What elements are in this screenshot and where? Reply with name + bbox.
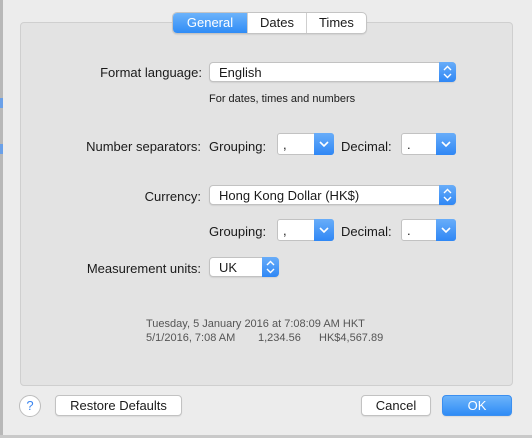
restore-defaults-button[interactable]: Restore Defaults: [55, 395, 182, 416]
tab-bar: General Dates Times: [172, 12, 367, 34]
cancel-button[interactable]: Cancel: [361, 395, 431, 416]
currency-label: Currency:: [144, 189, 201, 204]
currency-value: Hong Kong Dollar (HK$): [219, 188, 360, 203]
help-button[interactable]: ?: [19, 395, 41, 417]
up-down-arrows-icon: [439, 62, 456, 82]
number-decimal-select[interactable]: .: [401, 133, 456, 155]
currency-popup[interactable]: Hong Kong Dollar (HK$): [209, 185, 456, 205]
sample-short-date: 5/1/2016, 7:08 AM: [146, 332, 236, 344]
number-grouping-value: ,: [283, 137, 287, 152]
measurement-units-value: UK: [219, 260, 238, 275]
currency-grouping-select[interactable]: ,: [277, 219, 334, 241]
number-separators-label: Number separators:: [86, 139, 201, 154]
chevron-down-icon: [314, 133, 334, 155]
tab-times[interactable]: Times: [305, 13, 366, 33]
window-edge: [0, 0, 3, 438]
up-down-arrows-icon: [262, 257, 279, 277]
decimal-label: Decimal:: [341, 139, 392, 154]
tab-dates[interactable]: Dates: [247, 13, 306, 33]
format-language-value: English: [219, 65, 262, 80]
currency-grouping-value: ,: [283, 223, 287, 238]
currency-grouping-label: Grouping:: [209, 224, 267, 239]
currency-decimal-value: .: [407, 223, 411, 238]
measurement-units-label: Measurement units:: [86, 261, 201, 276]
format-language-popup[interactable]: English: [209, 62, 456, 82]
sample-number: 1,234.56: [258, 332, 301, 344]
chevron-down-icon: [436, 133, 456, 155]
number-grouping-select[interactable]: ,: [277, 133, 334, 155]
number-decimal-value: .: [407, 137, 411, 152]
measurement-units-popup[interactable]: UK: [209, 257, 279, 277]
window-edge-marker: [0, 98, 3, 108]
currency-decimal-label: Decimal:: [341, 224, 392, 239]
sample-date-time: Tuesday, 5 January 2016 at 7:08:09 AM HK…: [146, 318, 365, 330]
grouping-label: Grouping:: [209, 139, 267, 154]
format-language-hint: For dates, times and numbers: [209, 93, 356, 105]
currency-decimal-select[interactable]: .: [401, 219, 456, 241]
up-down-arrows-icon: [439, 185, 456, 205]
chevron-down-icon: [314, 219, 334, 241]
tab-general[interactable]: General: [173, 13, 247, 33]
ok-button[interactable]: OK: [442, 395, 512, 416]
sample-currency: HK$4,567.89: [319, 332, 384, 344]
chevron-down-icon: [436, 219, 456, 241]
format-language-label: Format language:: [100, 65, 202, 80]
window-edge-marker: [0, 144, 3, 154]
